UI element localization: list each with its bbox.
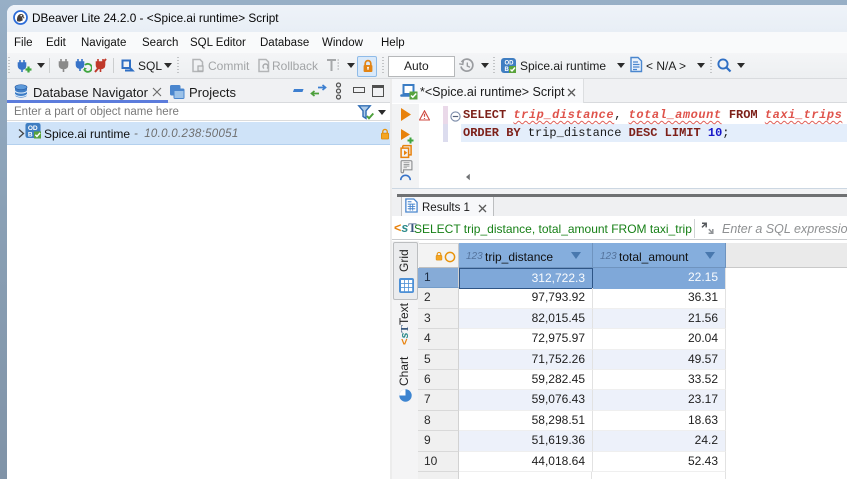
svg-text:OD: OD [505,61,515,67]
svg-text:B: B [28,132,33,139]
svg-text:B: B [505,67,510,73]
